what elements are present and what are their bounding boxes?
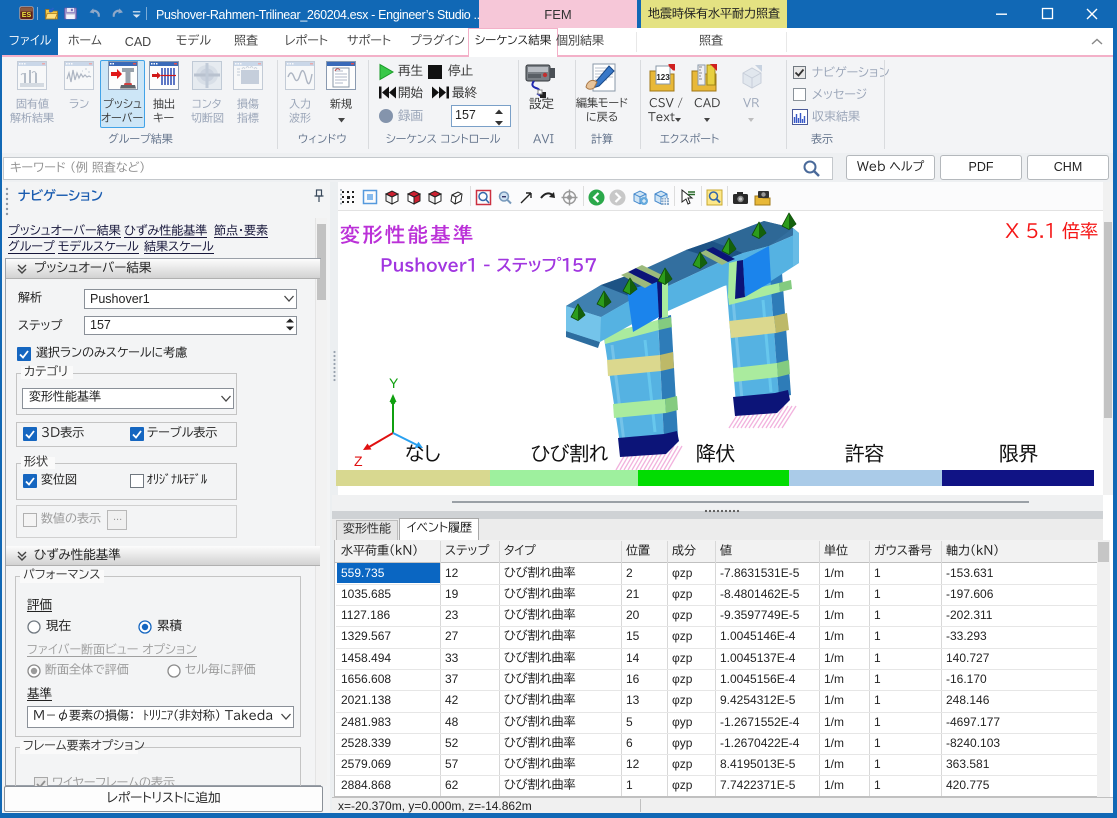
svg-text:ES: ES bbox=[22, 11, 32, 19]
svg-text:123: 123 bbox=[656, 73, 670, 82]
